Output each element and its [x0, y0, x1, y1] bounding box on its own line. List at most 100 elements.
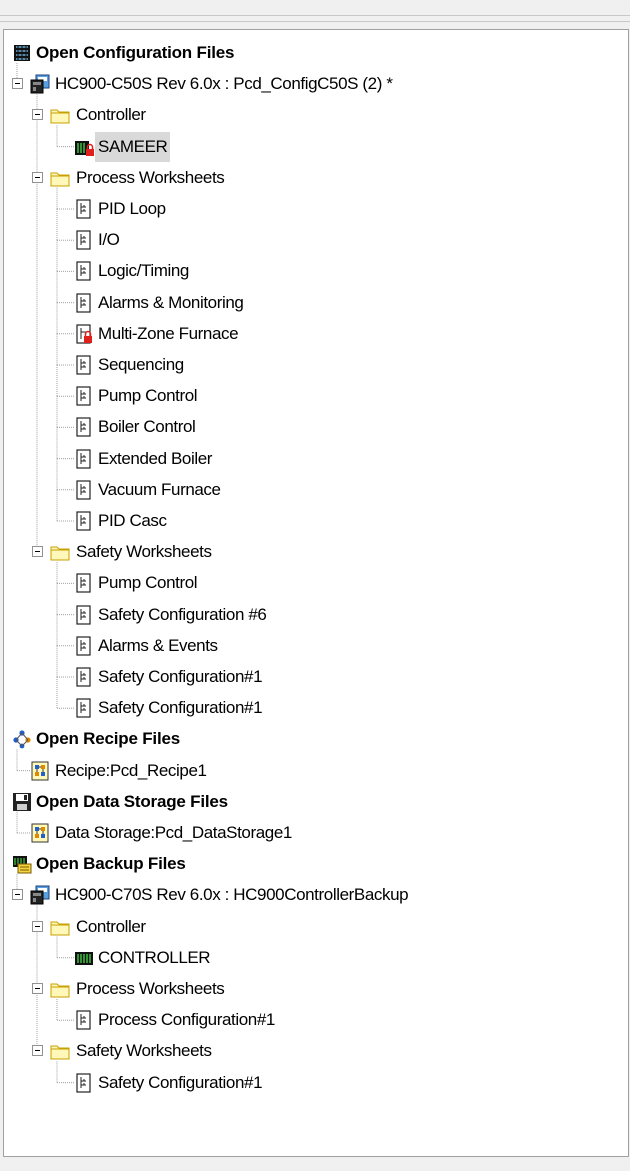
tree-node-vacuum-furnace[interactable]: Vacuum Furnace — [4, 474, 624, 506]
tree-node-label: Controller — [76, 105, 146, 125]
recipe-document-icon — [30, 761, 50, 781]
tree-node-label: Process Worksheets — [76, 167, 225, 187]
tree-node-label: Recipe:Pcd_Recipe1 — [55, 760, 207, 780]
tree-node-c70s[interactable]: HC900-C70S Rev 6.0x : HC900ControllerBac… — [4, 879, 624, 911]
worksheet-icon — [74, 636, 94, 656]
tree-node-alarms-events[interactable]: Alarms & Events — [4, 630, 624, 662]
tree-node-label: Data Storage:Pcd_DataStorage1 — [55, 823, 292, 842]
tree-node-label: Safety Configuration #6 — [98, 604, 267, 624]
worksheet-icon — [74, 355, 94, 375]
top-toolbar-strip — [0, 0, 630, 28]
recipe-files-icon — [12, 729, 32, 749]
tree-node-extended-boiler[interactable]: Extended Boiler — [4, 443, 624, 475]
collapse-toggle-icon[interactable] — [32, 171, 43, 183]
tree-node-label: Alarms & Monitoring — [98, 292, 244, 312]
controller-device-icon — [30, 74, 50, 94]
tree-node-label: Controller — [76, 916, 146, 936]
tree-node-c70s-controller[interactable]: Controller — [4, 911, 624, 943]
tree-node-safety-cfg1a[interactable]: Safety Configuration#1 — [4, 661, 624, 693]
controller-device-icon — [30, 885, 50, 905]
tree-node-process-cfg1[interactable]: Process Configuration#1 — [4, 1004, 624, 1036]
project-tree[interactable]: Open Configuration Files HC900-C50S Rev 6… — [4, 30, 628, 1156]
collapse-toggle-icon[interactable] — [32, 546, 43, 558]
tree-node-label: Extended Boiler — [98, 448, 213, 468]
worksheet-icon — [74, 261, 94, 281]
worksheet-icon — [74, 386, 94, 406]
tree-node-label: HC900-C70S Rev 6.0x : HC900ControllerBac… — [55, 885, 409, 905]
worksheet-icon — [74, 698, 94, 718]
collapse-toggle-icon[interactable] — [32, 1045, 43, 1057]
tree-node-label: Open Backup Files — [36, 854, 186, 874]
tree-node-sameer[interactable]: SAMEER — [4, 131, 624, 163]
tree-node-label: Safety Worksheets — [76, 542, 212, 562]
folder-icon — [50, 1041, 70, 1061]
data-storage-document-icon — [30, 823, 50, 843]
tree-node-label: Multi-Zone Furnace — [98, 323, 239, 343]
tree-node-safety-pump[interactable]: Pump Control — [4, 567, 624, 599]
worksheet-icon — [74, 292, 94, 313]
tree-node-label: PID Loop — [98, 199, 166, 218]
tree-node-label: Alarms & Events — [98, 635, 218, 655]
tree-node-c70s-safety[interactable]: Safety Worksheets — [4, 1035, 624, 1067]
tree-node-c70s-process[interactable]: Process Worksheets — [4, 973, 624, 1005]
folder-icon — [50, 542, 70, 562]
worksheet-icon — [74, 1010, 94, 1030]
tree-node-c50s-safety[interactable]: Safety Worksheets — [4, 536, 624, 568]
tree-node-c50s[interactable]: HC900-C50S Rev 6.0x : Pcd_ConfigC50S (2)… — [4, 68, 624, 100]
tree-node-label: Safety Configuration#1 — [98, 667, 263, 686]
tree-node-label: PID Casc — [98, 511, 167, 530]
tree-node-label: Process Configuration#1 — [98, 1010, 275, 1030]
folder-icon — [50, 917, 70, 937]
tree-node-datastorage1[interactable]: Data Storage:Pcd_DataStorage1 — [4, 817, 624, 849]
tree-node-label: Open Data Storage Files — [36, 791, 228, 811]
worksheet-icon — [74, 667, 94, 687]
tree-node-recipe1[interactable]: Recipe:Pcd_Recipe1 — [4, 755, 624, 787]
locked-worksheet-icon — [74, 324, 94, 344]
tree-node-safety-cfg1c[interactable]: Safety Configuration#1 — [4, 1067, 624, 1099]
configuration-files-icon — [12, 43, 32, 63]
tree-node-label: Open Configuration Files — [36, 43, 235, 62]
tree-node-io[interactable]: I/O — [4, 224, 624, 256]
collapse-toggle-icon[interactable] — [32, 920, 43, 932]
collapse-toggle-icon[interactable] — [32, 983, 43, 994]
tree-node-multi-zone[interactable]: Multi-Zone Furnace — [4, 318, 624, 350]
tree-node-label: SAMEER — [95, 131, 171, 162]
tree-node-label: Safety Worksheets — [76, 1041, 212, 1061]
tree-node-data-root[interactable]: Open Data Storage Files — [4, 786, 624, 818]
collapse-toggle-icon[interactable] — [32, 109, 43, 121]
tree-node-backup-root[interactable]: Open Backup Files — [4, 848, 624, 880]
tree-node-safety-cfg6[interactable]: Safety Configuration #6 — [4, 599, 624, 631]
tree-node-c50s-controller[interactable]: Controller — [4, 99, 624, 131]
worksheet-icon — [74, 417, 94, 437]
tree-node-pump-control[interactable]: Pump Control — [4, 380, 624, 412]
tree-node-pid-loop[interactable]: PID Loop — [4, 193, 624, 225]
tree-node-boiler-control[interactable]: Boiler Control — [4, 411, 624, 443]
folder-icon — [50, 979, 70, 999]
floppy-disk-icon — [12, 792, 32, 812]
backup-files-icon — [12, 854, 32, 874]
tree-node-label: CONTROLLER — [98, 947, 211, 967]
tree-node-controller-node[interactable]: CONTROLLER — [4, 942, 624, 974]
tree-node-pid-casc[interactable]: PID Casc — [4, 505, 624, 537]
collapse-toggle-icon[interactable] — [12, 889, 23, 901]
tree-node-label: Pump Control — [98, 386, 198, 406]
worksheet-icon — [74, 448, 94, 469]
tree-node-recipe-root[interactable]: Open Recipe Files — [4, 723, 624, 755]
tree-node-alarms-monitoring[interactable]: Alarms & Monitoring — [4, 287, 624, 319]
tree-node-c50s-process[interactable]: Process Worksheets — [4, 162, 624, 194]
tree-node-label: Safety Configuration#1 — [98, 698, 263, 718]
tree-node-label: I/O — [98, 230, 120, 250]
tree-node-sequencing[interactable]: Sequencing — [4, 349, 624, 381]
tree-node-label: HC900-C50S Rev 6.0x : Pcd_ConfigC50S (2)… — [55, 74, 393, 94]
tree-node-label: Vacuum Furnace — [98, 479, 221, 499]
tree-node-logic-timing[interactable]: Logic/Timing — [4, 255, 624, 287]
collapse-toggle-icon[interactable] — [12, 78, 23, 90]
locked-controller-icon — [74, 137, 94, 157]
tree-node-label: Logic/Timing — [98, 261, 189, 281]
folder-icon — [50, 105, 70, 125]
controller-icon — [74, 948, 94, 968]
tree-node-cfg-root[interactable]: Open Configuration Files — [4, 37, 624, 69]
worksheet-icon — [74, 480, 94, 500]
tree-node-label: Sequencing — [98, 355, 184, 374]
tree-node-safety-cfg1b[interactable]: Safety Configuration#1 — [4, 692, 624, 724]
